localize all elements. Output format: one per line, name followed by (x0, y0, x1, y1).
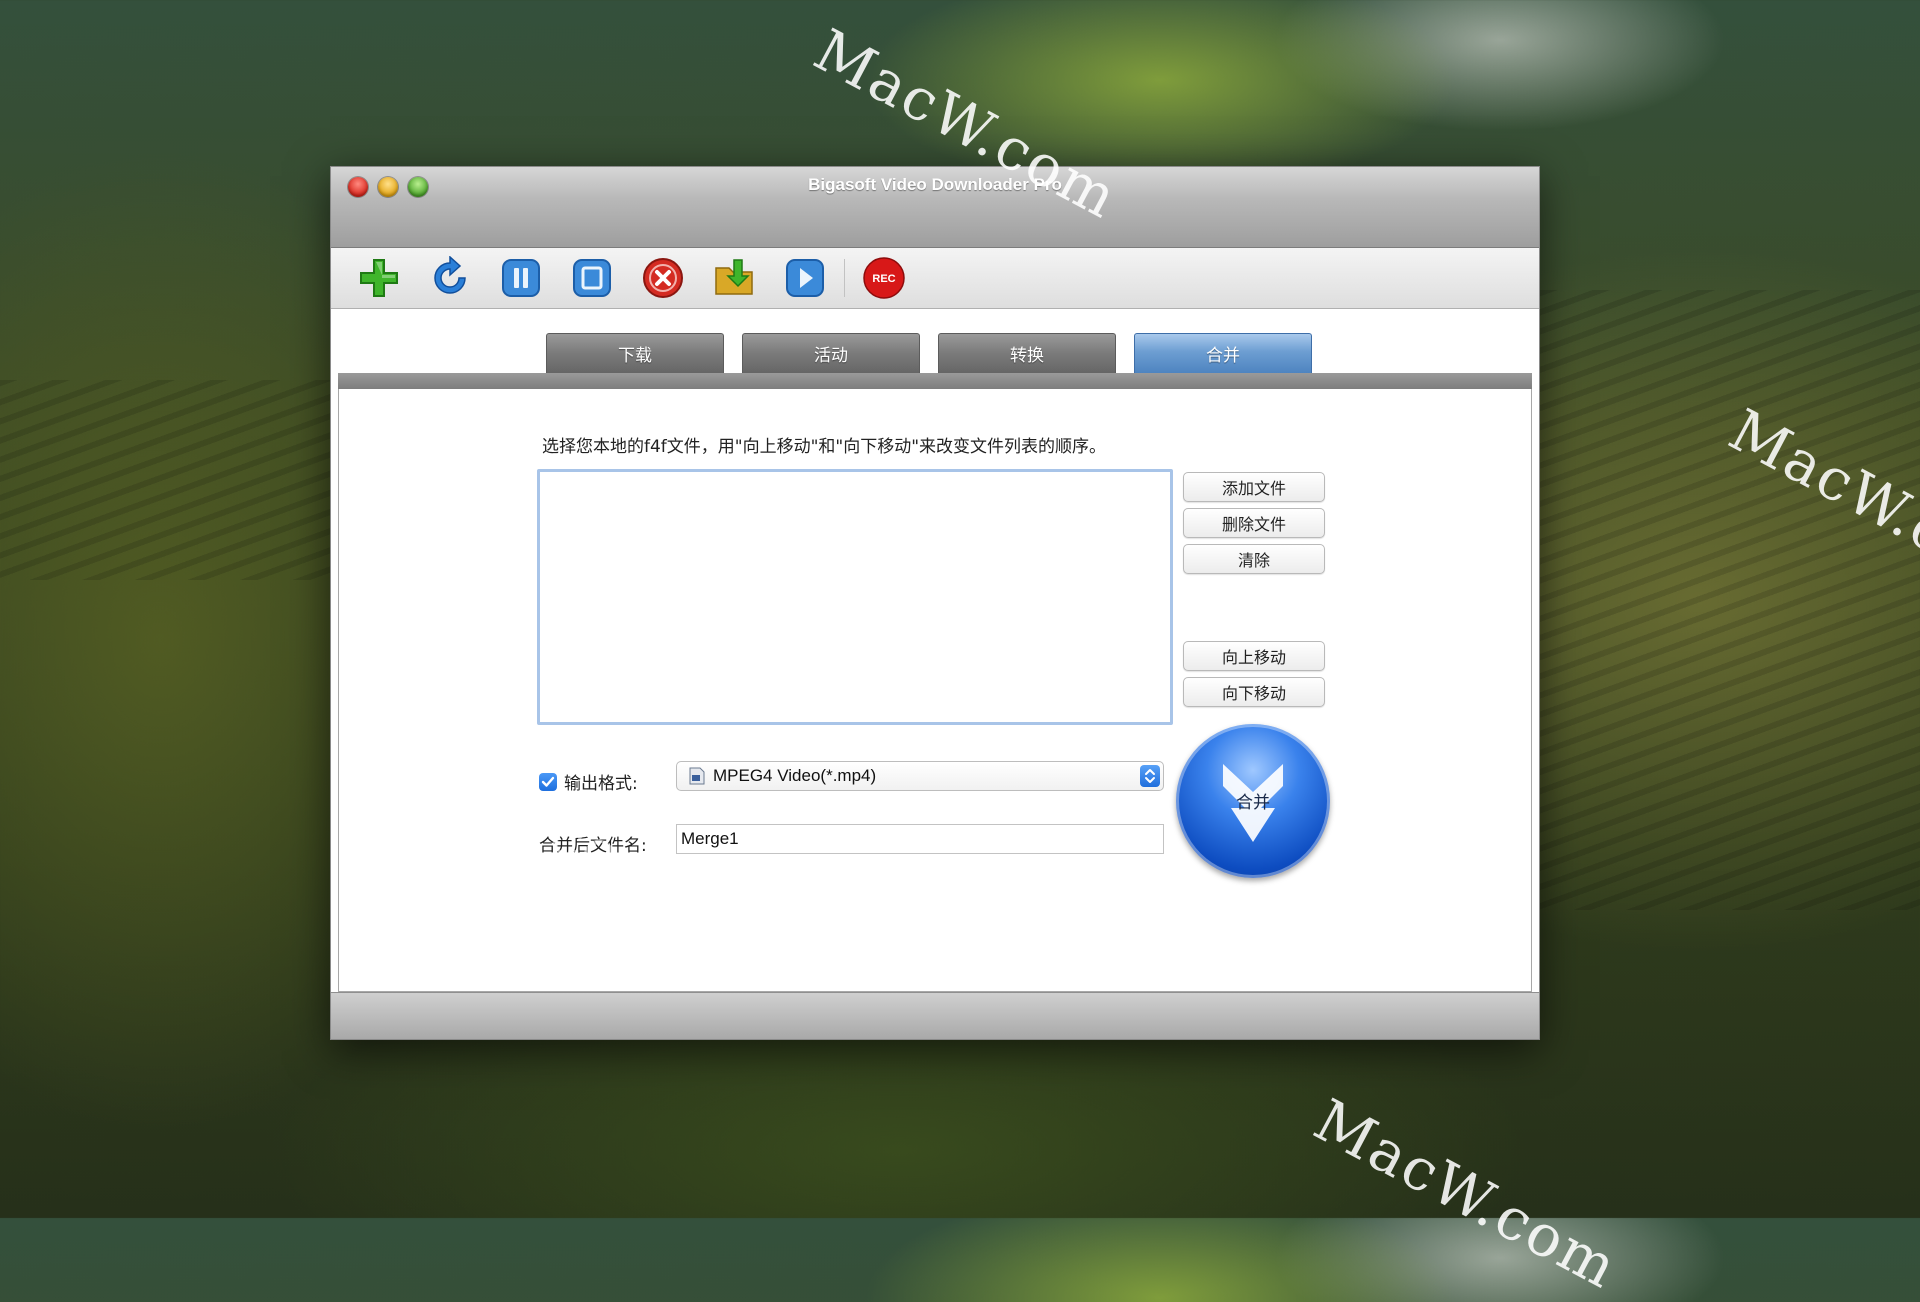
merge-instruction: 选择您本地的f4f文件，用"向上移动"和"向下移动"来改变文件列表的顺序。 (542, 437, 1107, 457)
tab-download[interactable]: 下载 (546, 333, 724, 373)
add-icon (360, 259, 398, 297)
output-format-label: 输出格式: (564, 774, 638, 794)
output-format-checkbox[interactable] (539, 772, 557, 791)
filename-label: 合并后文件名: (539, 836, 647, 856)
resume-button[interactable] (428, 256, 472, 300)
app-window: Bigasoft Video Downloader Pro REC 下载 活动 … (330, 166, 1540, 1040)
checkmark-icon (541, 776, 555, 787)
tab-strip (338, 373, 1532, 389)
tab-merge[interactable]: 合并 (1134, 333, 1312, 373)
record-icon: REC (863, 257, 905, 299)
merge-panel: 选择您本地的f4f文件，用"向上移动"和"向下移动"来改变文件列表的顺序。 添加… (338, 389, 1532, 992)
delete-file-button[interactable]: 删除文件 (1183, 508, 1325, 538)
toolbar: REC (331, 248, 1539, 309)
clear-button[interactable]: 清除 (1183, 544, 1325, 574)
output-format-value: MPEG4 Video(*.mp4) (713, 766, 877, 785)
file-list[interactable] (537, 469, 1173, 725)
pause-button[interactable] (499, 256, 543, 300)
stop-button[interactable] (570, 256, 614, 300)
vineyard-rows (0, 380, 330, 580)
merge-button[interactable]: 合并 (1176, 724, 1330, 878)
main-content: 下载 活动 转换 合并 选择您本地的f4f文件，用"向上移动"和"向下移动"来改… (331, 309, 1539, 1039)
stop-icon (573, 259, 611, 297)
status-bar (331, 992, 1539, 1039)
open-folder-button[interactable] (712, 256, 756, 300)
tab-bar: 下载 活动 转换 合并 (546, 333, 1312, 373)
delete-button[interactable] (641, 256, 685, 300)
title-bar: Bigasoft Video Downloader Pro (331, 167, 1539, 248)
window-title: Bigasoft Video Downloader Pro (808, 175, 1062, 194)
select-arrows-icon (1140, 765, 1160, 787)
merge-button-label: 合并 (1236, 793, 1270, 813)
video-file-icon (689, 767, 705, 785)
record-button[interactable]: REC (862, 256, 906, 300)
add-url-button[interactable] (357, 256, 401, 300)
move-down-button[interactable]: 向下移动 (1183, 677, 1325, 707)
tab-convert[interactable]: 转换 (938, 333, 1116, 373)
filename-row: 合并后文件名: (539, 831, 647, 856)
add-file-button[interactable]: 添加文件 (1183, 472, 1325, 502)
tab-active[interactable]: 活动 (742, 333, 920, 373)
play-icon (786, 259, 824, 297)
refresh-icon (434, 256, 466, 294)
open-folder-icon (715, 259, 753, 295)
watermark: MacW.com (1303, 1085, 1630, 1302)
pause-icon (502, 259, 540, 297)
play-button[interactable] (783, 256, 827, 300)
move-up-button[interactable]: 向上移动 (1183, 641, 1325, 671)
toolbar-divider (844, 259, 845, 297)
filename-input[interactable] (676, 824, 1164, 854)
record-label: REC (872, 273, 895, 285)
output-format-select[interactable]: MPEG4 Video(*.mp4) (676, 761, 1164, 791)
delete-icon (643, 258, 683, 298)
output-format-row: 输出格式: (539, 769, 638, 794)
vineyard-rows (1540, 290, 1920, 910)
